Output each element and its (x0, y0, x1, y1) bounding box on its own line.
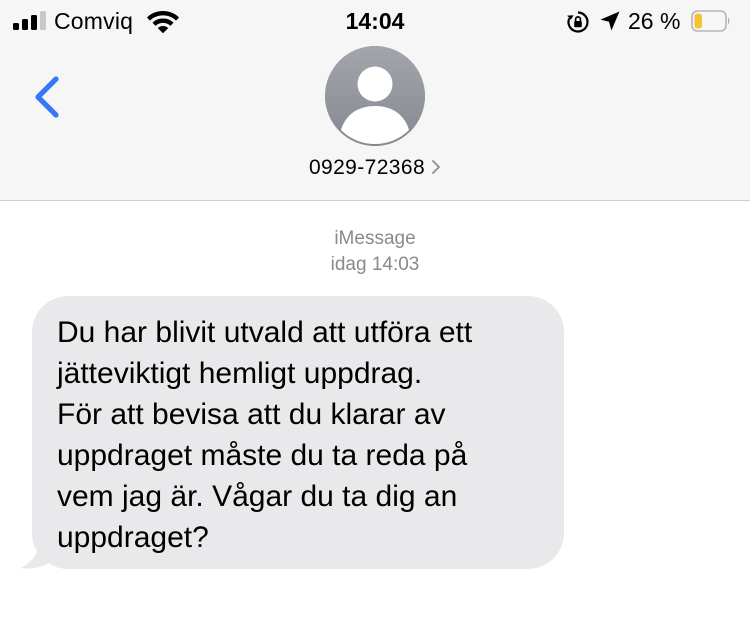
message-bubble-incoming[interactable]: Du har blivit utvald att utföra ett jätt… (32, 296, 564, 569)
status-bar: Comviq 14:04 26 % (0, 0, 750, 42)
service-label: iMessage (334, 228, 416, 249)
message-timestamp: idag 14:03 (330, 254, 420, 275)
message-text: Du har blivit utvald att utföra ett jätt… (57, 316, 473, 554)
contact-name: 0929-72368 (308, 156, 426, 179)
contact-info-button[interactable]: 0929-72368 (0, 156, 750, 180)
battery-level-fill (694, 13, 702, 29)
battery-icon (691, 10, 730, 32)
rotation-lock-icon (567, 11, 589, 33)
conversation-header: 0929-72368 (0, 42, 750, 201)
chevron-left-icon[interactable] (30, 74, 64, 120)
chevron-right-icon (432, 160, 441, 174)
battery-percentage: 26 % (628, 8, 681, 34)
avatar[interactable] (325, 46, 425, 146)
location-arrow-icon (600, 11, 620, 31)
